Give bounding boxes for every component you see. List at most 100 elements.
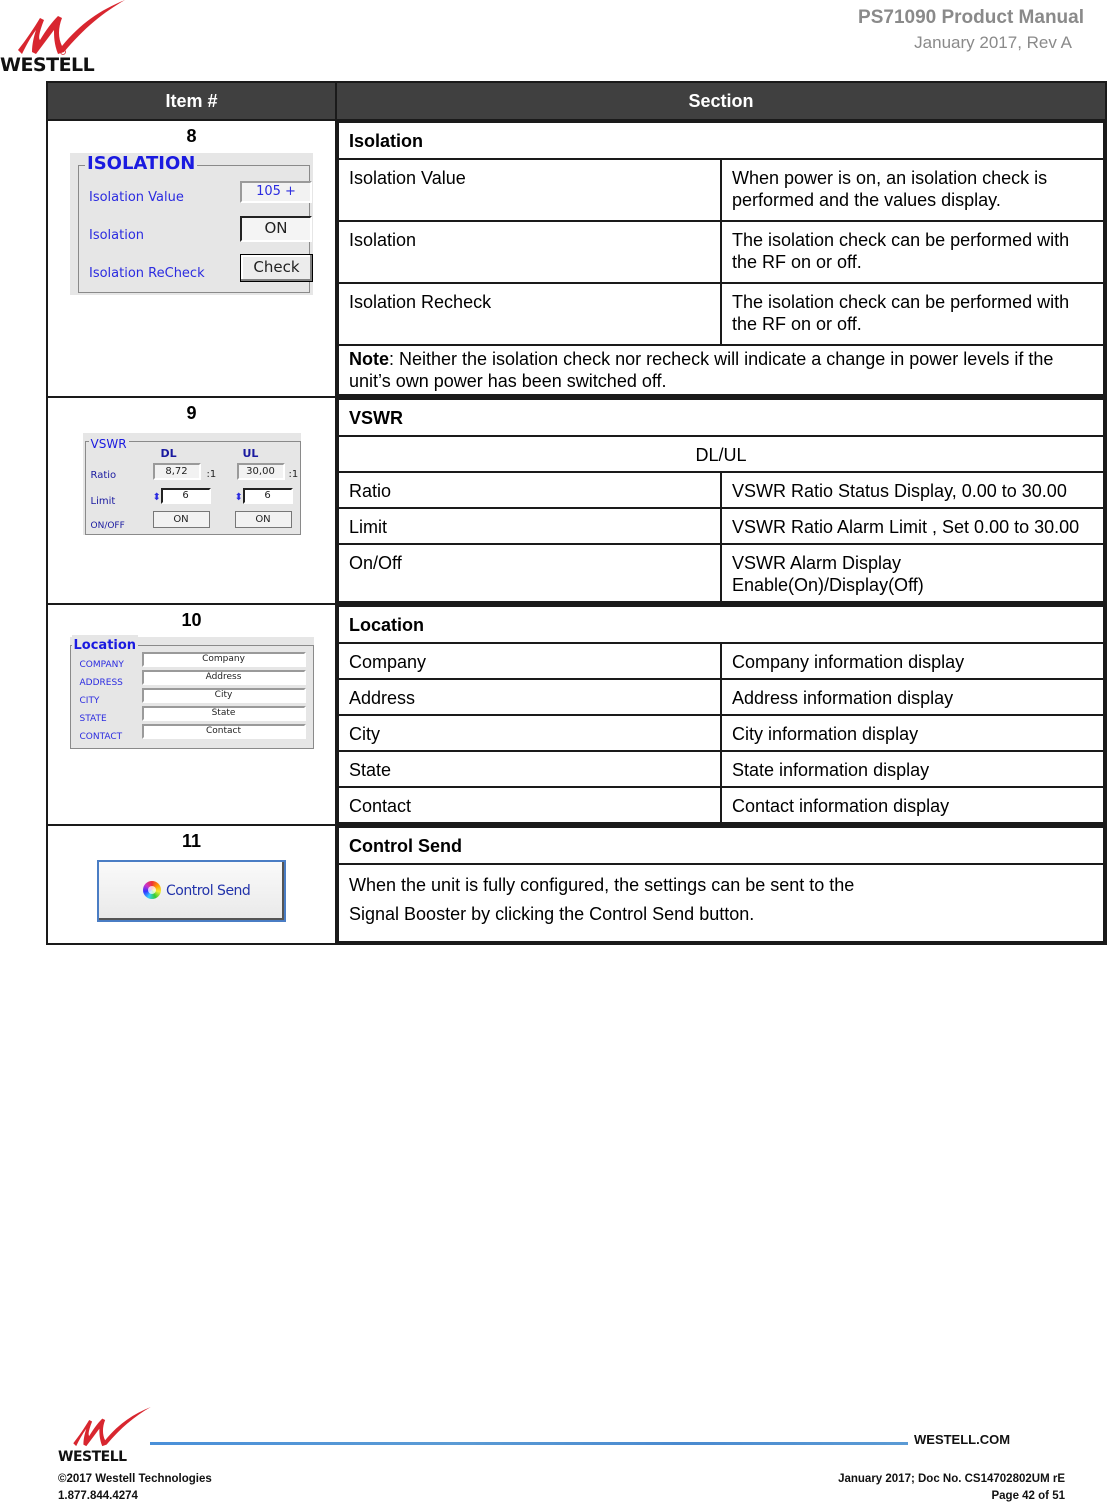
header-item: Item # [46,81,337,121]
isolation-toggle[interactable]: ON [240,216,312,242]
section-cell: Isolation Isolation Value When power is … [335,119,1107,398]
vswr-ratio-dl: 8,72 [152,463,201,480]
entry-label: State [337,750,722,788]
entry-label: Contact [337,786,722,824]
entry-description: Address information display [720,678,1105,716]
control-send-label: Control Send [166,883,251,899]
entry-label: Isolation [337,220,722,284]
entry-label: Isolation Value [337,158,722,222]
item-number: 8 [186,126,197,146]
control-send-button[interactable]: Control Send [97,860,286,922]
table-header-row: Item # Section [46,81,1107,121]
vswr-onoff-dl[interactable]: ON [152,511,210,528]
entry-description: The isolation check can be performed wit… [720,220,1105,284]
description-line: When the unit is fully configured, the s… [349,875,855,895]
section-cell: Location Company Company information dis… [335,603,1107,826]
color-wheel-icon [143,881,161,899]
footer-doc-info: January 2017; Doc No. CS14702802UM rE Pa… [838,1471,1065,1505]
entry-description: Contact information display [720,786,1105,824]
vswr-onoff-ul[interactable]: ON [234,511,292,528]
footer-doc-number: January 2017; Doc No. CS14702802UM rE [838,1473,1065,1485]
footer-logo-wordmark: WESTELL [58,1449,127,1465]
isolation-value-label: Isolation Value [89,190,184,205]
document-revision: January 2017, Rev A [914,33,1072,52]
westell-swoosh-icon [73,1407,151,1447]
entry-description: City information display [720,714,1105,752]
vswr-limit-label: Limit [90,496,116,507]
section-title: VSWR [337,398,1105,437]
item-cell: 10 Location COMPANY ADDRESS CITY STATE C… [46,603,337,826]
table-row: 11 Control Send Control Send When the un… [46,824,1107,945]
footer-page-number: Page 42 of 51 [991,1490,1065,1502]
westell-swoosh-icon [18,0,125,55]
section-title: Isolation [337,121,1105,160]
location-section: Location Company Company information dis… [337,605,1105,824]
footer-website[interactable]: WESTELL.COM [914,1432,1010,1447]
isolation-check-button[interactable]: Check [240,254,313,282]
vswr-section: VSWR DL/UL Ratio VSWR Ratio Status Displ… [337,398,1105,603]
isolation-label: Isolation [89,228,145,243]
vswr-limit-ul[interactable]: 6 [242,488,293,504]
item-number: 10 [181,610,202,630]
document-title-block: PS71090 Product Manual January 2017, Rev… [858,7,1084,55]
vswr-ratio-label: Ratio [90,470,117,481]
document-title: PS71090 Product Manual [858,7,1084,28]
footer-westell-logo: WESTELL [58,1407,153,1465]
vswr-dl-header: DL [160,447,177,460]
vswr-ratio-ul-suffix: :1 [288,469,299,480]
table-row: 9 VSWR DL UL Ratio Limit ON/OFF 8,72 :1 … [46,396,1107,605]
table-row: 8 ISOLATION Isolation Value Isolation Is… [46,119,1107,398]
vswr-ratio-dl-suffix: :1 [206,469,217,480]
sections-table: Item # Section 8 ISOLATION Isolation Val… [46,81,1107,945]
item-number: 9 [186,403,197,423]
entry-label: Company [337,642,722,680]
entry-description: State information display [720,750,1105,788]
footer-contact: ©2017 Westell Technologies 1.877.844.427… [58,1471,212,1505]
entry-label: Ratio [337,471,722,509]
table-row: 10 Location COMPANY ADDRESS CITY STATE C… [46,603,1107,826]
entry-label: City [337,714,722,752]
item-number: 11 [181,831,202,851]
vswr-ratio-ul: 30,00 [236,463,285,480]
isolation-value-display: 105 + [240,181,312,203]
location-address-field[interactable]: Address [141,670,306,685]
entry-description: When power is on, an isolation check is … [720,158,1105,222]
location-state-field[interactable]: State [141,706,306,721]
item-cell: 9 VSWR DL UL Ratio Limit ON/OFF 8,72 :1 … [46,396,337,605]
isolation-section: Isolation Isolation Value When power is … [337,121,1105,396]
location-city-field[interactable]: City [141,688,306,703]
entry-description: The isolation check can be performed wit… [720,282,1105,346]
section-title: Control Send [337,826,1105,865]
location-company-field[interactable]: Company [141,652,306,667]
section-cell: VSWR DL/UL Ratio VSWR Ratio Status Displ… [335,396,1107,605]
entry-description: VSWR Ratio Status Display, 0.00 to 30.00 [720,471,1105,509]
location-panel-screenshot: Location COMPANY ADDRESS CITY STATE CONT… [69,635,314,749]
entry-label: Limit [337,507,722,545]
vswr-limit-dl[interactable]: 6 [160,488,211,504]
item-cell: 11 Control Send [46,824,337,945]
isolation-legend: ISOLATION [85,153,198,175]
vswr-onoff-label: ON/OFF [90,521,125,531]
entry-label: Address [337,678,722,716]
note-text: : Neither the isolation check nor rechec… [349,349,1054,391]
footer-divider [150,1442,908,1445]
section-cell: Control Send When the unit is fully conf… [335,824,1107,945]
control-send-section: Control Send When the unit is fully conf… [337,826,1105,943]
section-subheader: DL/UL [337,435,1105,473]
vswr-legend: VSWR [88,433,129,455]
isolation-note: Note: Neither the isolation check nor re… [337,344,1105,396]
footer-phone: 1.877.844.4274 [58,1490,138,1502]
vswr-ul-header: UL [242,447,259,460]
item-cell: 8 ISOLATION Isolation Value Isolation Is… [46,119,337,398]
description-line: Signal Booster by clicking the Control S… [349,904,755,924]
location-contact-label: CONTACT [79,732,123,742]
entry-label: On/Off [337,543,722,603]
westell-logo: WESTELL [0,0,125,78]
entry-label: Isolation Recheck [337,282,722,346]
vswr-panel-screenshot: VSWR DL UL Ratio Limit ON/OFF 8,72 :1 30… [82,433,301,535]
note-label: Note [349,349,389,369]
entry-description: Company information display [720,642,1105,680]
entry-description: VSWR Alarm Display Enable(On)/Display(Of… [720,543,1105,603]
location-contact-field[interactable]: Contact [141,724,306,739]
logo-wordmark: WESTELL [0,54,95,76]
